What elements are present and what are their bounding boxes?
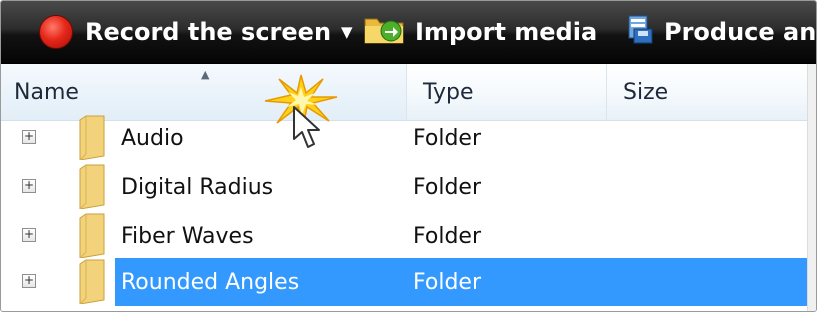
record-dot-icon [39, 15, 73, 49]
folder-icon [77, 258, 107, 310]
item-name: Audio [121, 125, 184, 151]
item-type: Folder [413, 269, 481, 295]
media-browser-window: Record the screen ▼ Import media Produce… [0, 0, 817, 312]
item-type: Folder [413, 174, 481, 200]
item-type: Folder [413, 223, 481, 249]
folder-arrow-icon [363, 13, 407, 51]
list-item[interactable]: + Digital Radius Folder [1, 163, 816, 211]
film-disk-icon [624, 13, 656, 51]
column-header-bar: ▲ Name Type Size [1, 64, 816, 121]
plus-box-icon[interactable]: + [22, 228, 36, 242]
item-name: Digital Radius [121, 174, 274, 200]
list-item-selected[interactable]: + Rounded Angles Folder [1, 258, 816, 306]
list-item[interactable]: + Audio Folder [1, 114, 816, 162]
item-type: Folder [413, 125, 481, 151]
item-name: Fiber Waves [121, 223, 254, 249]
column-header-size[interactable]: Size [606, 64, 816, 120]
folder-icon [77, 163, 107, 215]
caret-down-icon[interactable]: ▼ [341, 23, 353, 41]
column-header-type[interactable]: Type [406, 64, 606, 120]
produce-share-button[interactable]: Produce and share [624, 1, 817, 63]
scrollbar[interactable] [807, 64, 816, 311]
list-item[interactable]: + Fiber Waves Folder [1, 212, 816, 260]
import-media-label: Import media [415, 18, 598, 46]
plus-box-icon[interactable]: + [22, 130, 36, 144]
item-name: Rounded Angles [121, 269, 300, 295]
record-screen-label: Record the screen [85, 18, 332, 46]
plus-box-icon[interactable]: + [22, 274, 36, 288]
folder-icon [77, 114, 107, 166]
produce-share-label: Produce and share [664, 18, 817, 46]
column-name-label: Name [14, 79, 79, 105]
import-media-button[interactable]: Import media [363, 1, 597, 63]
mouse-pointer-icon [292, 105, 322, 155]
record-screen-button[interactable]: Record the screen ▼ [39, 1, 353, 63]
column-type-label: Type [423, 79, 474, 105]
column-size-label: Size [623, 79, 669, 105]
folder-icon [77, 212, 107, 264]
column-header-name[interactable]: ▲ Name [1, 64, 406, 120]
plus-box-icon[interactable]: + [22, 179, 36, 193]
sort-ascending-icon: ▲ [201, 68, 210, 81]
toolbar: Record the screen ▼ Import media Produce… [1, 1, 816, 64]
